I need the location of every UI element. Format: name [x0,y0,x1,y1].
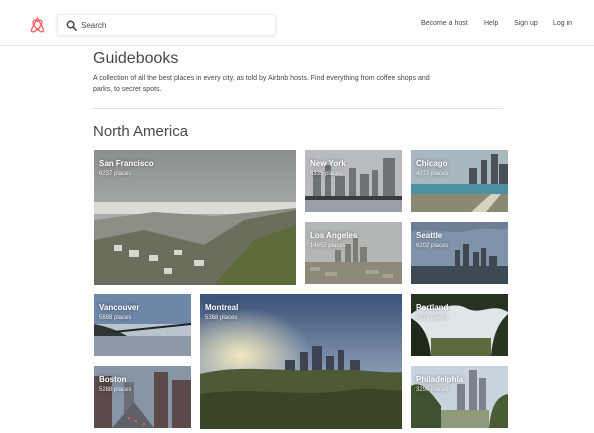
guidebook-tile-philadelphia[interactable]: Philadelphia 3296 places [411,366,508,428]
city-name: Vancouver [99,303,140,312]
nav-sign-up[interactable]: Sign up [514,20,538,27]
guidebook-tile-boston[interactable]: Boston 5288 places [94,366,191,428]
nav-become-host[interactable]: Become a host [421,20,468,27]
city-name: Philadelphia [416,375,464,384]
city-name: Portland [416,303,449,312]
guidebook-tile-vancouver[interactable]: Vancouver 5698 places [94,294,191,356]
city-name: San Francisco [99,159,154,168]
top-header: Become a host Help Sign up Log in [0,0,594,46]
places-count: 5368 places [205,315,238,321]
guidebook-tile-new-york[interactable]: New York 5335 places [305,150,402,212]
page-title: Guidebooks [93,50,179,67]
places-count: 14652 places [310,243,346,249]
guidebook-tile-seattle[interactable]: Seattle 6202 places [411,222,508,284]
search-icon [66,20,77,31]
places-count: 5335 places [310,171,343,177]
guidebook-tile-portland[interactable]: Portland 4975 places [411,294,508,356]
places-count: 4975 places [416,315,449,321]
guidebook-tile-san-francisco[interactable]: San Francisco 6237 places [94,150,296,285]
search-box[interactable] [57,14,276,36]
guidebook-tile-chicago[interactable]: Chicago 4372 places [411,150,508,212]
nav-log-in[interactable]: Log in [553,20,572,27]
places-count: 6202 places [416,243,449,249]
city-name: Chicago [416,159,448,168]
search-input[interactable] [81,17,271,33]
page-description: A collection of all the best places in e… [93,75,430,93]
places-count: 5698 places [99,315,132,321]
city-name: Los Angeles [310,231,358,240]
city-name: Montreal [205,303,239,312]
section-title: North America [93,123,189,140]
city-name: Boston [99,375,127,384]
guidebook-tile-los-angeles[interactable]: Los Angeles 14652 places [305,222,402,284]
places-count: 3296 places [416,387,449,393]
places-count: 6237 places [99,171,132,177]
places-count: 5288 places [99,387,132,393]
divider [93,108,503,109]
city-name: New York [310,159,346,168]
places-count: 4372 places [416,171,449,177]
guidebook-tile-montreal[interactable]: Montreal 5368 places [200,294,402,429]
nav-help[interactable]: Help [484,20,498,27]
city-name: Seattle [416,231,443,240]
airbnb-logo-icon[interactable] [30,17,45,33]
